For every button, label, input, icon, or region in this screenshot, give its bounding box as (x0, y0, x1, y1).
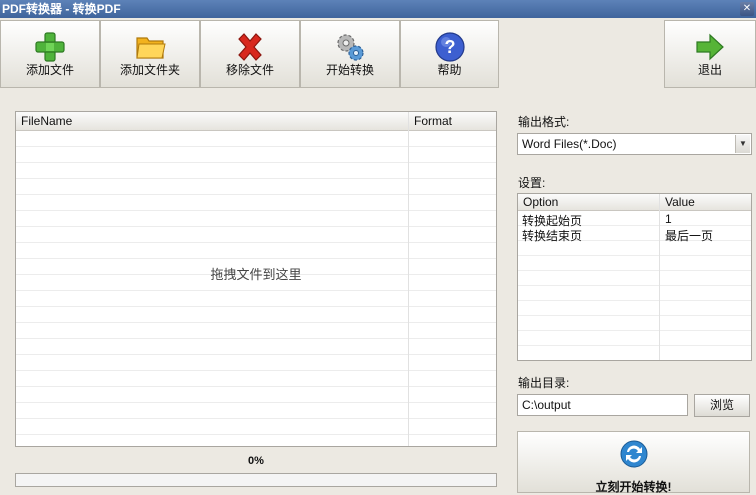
start-convert-button[interactable]: 开始转换 (300, 20, 400, 88)
setting-value[interactable]: 最后一页 (665, 227, 713, 244)
gears-icon (337, 34, 364, 61)
column-format[interactable]: Format (414, 114, 452, 128)
settings-row[interactable]: 转换起始页 1 (518, 212, 751, 228)
help-button[interactable]: ? 帮助 (400, 20, 499, 88)
start-now-label: 立刻开始转换! (595, 480, 672, 494)
column-value: Value (665, 195, 695, 209)
settings-grid[interactable]: Option Value 转换起始页 1 转换结束页 最后一页 (517, 193, 752, 361)
setting-option: 转换结束页 (522, 229, 583, 243)
add-folder-label: 添加文件夹 (119, 63, 180, 77)
remove-file-label: 移除文件 (225, 63, 274, 77)
exit-button[interactable]: 退出 (664, 20, 756, 88)
output-dir-label: 输出目录: (518, 376, 570, 390)
add-plus-icon (35, 32, 65, 62)
file-list-rows (16, 131, 496, 446)
output-format-select[interactable]: Word Files(*.Doc) ▼ (517, 133, 752, 155)
start-now-button[interactable]: 立刻开始转换! (517, 431, 750, 494)
browse-button[interactable]: 浏览 (694, 394, 750, 417)
close-button[interactable]: ✕ (740, 2, 754, 16)
start-convert-label: 开始转换 (325, 63, 374, 77)
add-file-label: 添加文件 (25, 63, 74, 77)
file-list-header: FileName Format (16, 112, 496, 131)
column-option: Option (523, 195, 559, 209)
output-dir-input[interactable] (517, 394, 688, 416)
toolbar: 添加文件 添加文件夹 移除文件 开始转换 ? 帮助 退出 (0, 20, 756, 92)
window-title: PDF转换器 - 转换PDF (2, 2, 121, 16)
progress-bar (15, 473, 497, 487)
help-label: 帮助 (437, 63, 462, 77)
column-filename[interactable]: FileName (21, 114, 72, 128)
remove-file-button[interactable]: 移除文件 (200, 20, 300, 88)
folder-icon (136, 37, 166, 59)
remove-x-icon (238, 33, 262, 61)
title-bar: PDF转换器 - 转换PDF ✕ (0, 0, 756, 18)
settings-header: Option Value (518, 194, 751, 211)
add-file-button[interactable]: 添加文件 (0, 20, 100, 88)
settings-row[interactable]: 转换结束页 最后一页 (518, 227, 751, 244)
settings-label: 设置: (518, 176, 546, 190)
setting-value[interactable]: 1 (665, 212, 672, 226)
help-question-icon: ? (434, 32, 465, 62)
chevron-down-icon[interactable]: ▼ (735, 135, 750, 153)
drop-hint: 拖拽文件到这里 (210, 267, 302, 282)
convert-refresh-icon (620, 440, 648, 468)
output-format-label: 输出格式: (518, 115, 570, 129)
exit-arrow-icon (696, 33, 724, 61)
add-folder-button[interactable]: 添加文件夹 (100, 20, 200, 88)
svg-text:?: ? (444, 37, 455, 57)
progress-text: 0% (248, 455, 264, 467)
exit-label: 退出 (697, 63, 722, 77)
file-list[interactable]: FileName Format 拖拽文件到这里 (15, 111, 497, 447)
output-format-value: Word Files(*.Doc) (522, 137, 617, 151)
